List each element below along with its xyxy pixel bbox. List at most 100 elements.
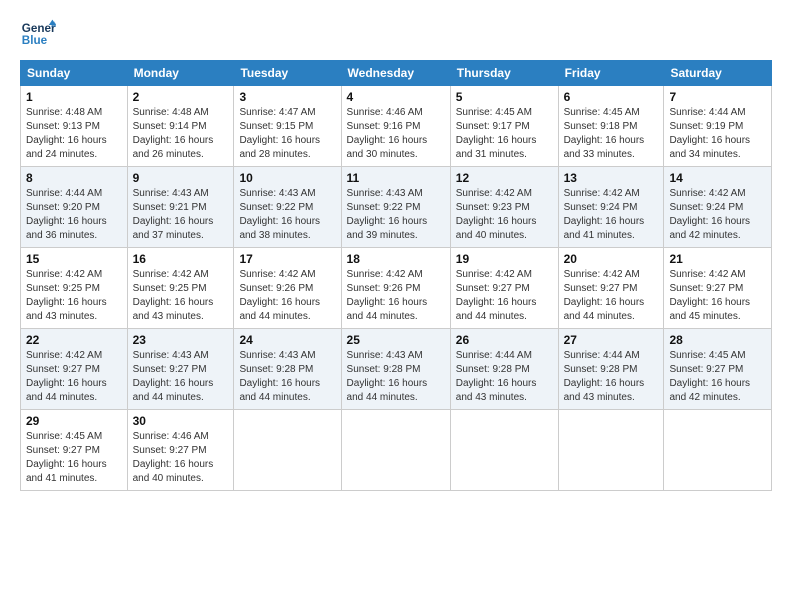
calendar-week-row: 29 Sunrise: 4:45 AMSunset: 9:27 PMDayligh… — [21, 410, 772, 491]
page: General Blue SundayMondayTuesdayWednesda… — [0, 0, 792, 612]
calendar-cell: 25Sunrise: 4:43 AMSunset: 9:28 PMDayligh… — [341, 329, 450, 410]
logo: General Blue — [20, 16, 56, 52]
calendar-header-friday: Friday — [558, 61, 664, 86]
day-number: 3 — [239, 90, 335, 104]
day-info: Sunrise: 4:44 AMSunset: 9:28 PMDaylight:… — [564, 349, 659, 405]
day-number: 17 — [239, 252, 335, 266]
day-number: 23 — [133, 333, 229, 347]
day-info: Sunrise: 4:45 AMSunset: 9:17 PMDaylight:… — [456, 106, 553, 162]
calendar-cell: 3 Sunrise: 4:47 AMSunset: 9:15 PMDaylight… — [234, 86, 341, 167]
day-info: Sunrise: 4:43 AMSunset: 9:27 PMDaylight:… — [133, 349, 229, 405]
day-info: Sunrise: 4:43 AMSunset: 9:22 PMDaylight:… — [239, 187, 335, 243]
day-info: Sunrise: 4:42 AMSunset: 9:27 PMDaylight:… — [26, 349, 122, 405]
calendar-cell: 15 Sunrise: 4:42 AMSunset: 9:25 PMDayligh… — [21, 248, 128, 329]
day-info: Sunrise: 4:42 AMSunset: 9:24 PMDaylight:… — [669, 187, 766, 243]
calendar-cell: 17Sunrise: 4:42 AMSunset: 9:26 PMDayligh… — [234, 248, 341, 329]
calendar-cell: 28 Sunrise: 4:45 AMSunset: 9:27 PMDayligh… — [664, 329, 772, 410]
day-number: 1 — [26, 90, 122, 104]
calendar-cell: 27 Sunrise: 4:44 AMSunset: 9:28 PMDayligh… — [558, 329, 664, 410]
calendar-cell: 19 Sunrise: 4:42 AMSunset: 9:27 PMDayligh… — [450, 248, 558, 329]
day-info: Sunrise: 4:42 AMSunset: 9:23 PMDaylight:… — [456, 187, 553, 243]
calendar-cell: 12 Sunrise: 4:42 AMSunset: 9:23 PMDayligh… — [450, 167, 558, 248]
logo-icon: General Blue — [20, 16, 56, 52]
day-info: Sunrise: 4:47 AMSunset: 9:15 PMDaylight:… — [239, 106, 335, 162]
calendar-cell — [558, 410, 664, 491]
calendar-header-row: SundayMondayTuesdayWednesdayThursdayFrid… — [21, 61, 772, 86]
day-number: 28 — [669, 333, 766, 347]
day-number: 25 — [347, 333, 445, 347]
calendar-header-thursday: Thursday — [450, 61, 558, 86]
day-info: Sunrise: 4:48 AMSunset: 9:13 PMDaylight:… — [26, 106, 122, 162]
day-number: 9 — [133, 171, 229, 185]
day-info: Sunrise: 4:45 AMSunset: 9:18 PMDaylight:… — [564, 106, 659, 162]
day-number: 13 — [564, 171, 659, 185]
day-number: 22 — [26, 333, 122, 347]
day-info: Sunrise: 4:42 AMSunset: 9:27 PMDaylight:… — [456, 268, 553, 324]
day-number: 30 — [133, 414, 229, 428]
day-number: 15 — [26, 252, 122, 266]
calendar-cell — [450, 410, 558, 491]
calendar-cell: 13 Sunrise: 4:42 AMSunset: 9:24 PMDayligh… — [558, 167, 664, 248]
day-number: 27 — [564, 333, 659, 347]
calendar-cell: 6 Sunrise: 4:45 AMSunset: 9:18 PMDaylight… — [558, 86, 664, 167]
day-number: 2 — [133, 90, 229, 104]
calendar-cell: 14 Sunrise: 4:42 AMSunset: 9:24 PMDayligh… — [664, 167, 772, 248]
day-number: 4 — [347, 90, 445, 104]
day-info: Sunrise: 4:43 AMSunset: 9:28 PMDaylight:… — [239, 349, 335, 405]
calendar-cell: 22 Sunrise: 4:42 AMSunset: 9:27 PMDayligh… — [21, 329, 128, 410]
calendar-cell: 30 Sunrise: 4:46 AMSunset: 9:27 PMDayligh… — [127, 410, 234, 491]
calendar-cell: 20 Sunrise: 4:42 AMSunset: 9:27 PMDayligh… — [558, 248, 664, 329]
calendar-week-row: 22 Sunrise: 4:42 AMSunset: 9:27 PMDayligh… — [21, 329, 772, 410]
day-number: 29 — [26, 414, 122, 428]
calendar-cell — [341, 410, 450, 491]
day-number: 10 — [239, 171, 335, 185]
calendar-header-wednesday: Wednesday — [341, 61, 450, 86]
calendar-cell: 26Sunrise: 4:44 AMSunset: 9:28 PMDayligh… — [450, 329, 558, 410]
calendar-header-saturday: Saturday — [664, 61, 772, 86]
day-info: Sunrise: 4:45 AMSunset: 9:27 PMDaylight:… — [669, 349, 766, 405]
day-info: Sunrise: 4:42 AMSunset: 9:25 PMDaylight:… — [133, 268, 229, 324]
calendar-header-monday: Monday — [127, 61, 234, 86]
day-number: 12 — [456, 171, 553, 185]
calendar-cell: 7 Sunrise: 4:44 AMSunset: 9:19 PMDaylight… — [664, 86, 772, 167]
day-info: Sunrise: 4:48 AMSunset: 9:14 PMDaylight:… — [133, 106, 229, 162]
calendar-cell — [664, 410, 772, 491]
day-number: 19 — [456, 252, 553, 266]
calendar-week-row: 1 Sunrise: 4:48 AMSunset: 9:13 PMDaylight… — [21, 86, 772, 167]
calendar-table: SundayMondayTuesdayWednesdayThursdayFrid… — [20, 60, 772, 491]
calendar-cell: 11Sunrise: 4:43 AMSunset: 9:22 PMDayligh… — [341, 167, 450, 248]
calendar-header-tuesday: Tuesday — [234, 61, 341, 86]
svg-text:Blue: Blue — [22, 34, 48, 47]
calendar-cell: 9Sunrise: 4:43 AMSunset: 9:21 PMDaylight… — [127, 167, 234, 248]
calendar-cell: 8Sunrise: 4:44 AMSunset: 9:20 PMDaylight… — [21, 167, 128, 248]
calendar-cell: 4 Sunrise: 4:46 AMSunset: 9:16 PMDaylight… — [341, 86, 450, 167]
day-number: 24 — [239, 333, 335, 347]
calendar-cell: 10 Sunrise: 4:43 AMSunset: 9:22 PMDayligh… — [234, 167, 341, 248]
day-info: Sunrise: 4:46 AMSunset: 9:27 PMDaylight:… — [133, 430, 229, 486]
day-number: 5 — [456, 90, 553, 104]
day-number: 20 — [564, 252, 659, 266]
calendar-cell: 24 Sunrise: 4:43 AMSunset: 9:28 PMDayligh… — [234, 329, 341, 410]
day-info: Sunrise: 4:42 AMSunset: 9:25 PMDaylight:… — [26, 268, 122, 324]
day-info: Sunrise: 4:42 AMSunset: 9:27 PMDaylight:… — [669, 268, 766, 324]
calendar-header-sunday: Sunday — [21, 61, 128, 86]
calendar-cell: 21Sunrise: 4:42 AMSunset: 9:27 PMDayligh… — [664, 248, 772, 329]
day-info: Sunrise: 4:46 AMSunset: 9:16 PMDaylight:… — [347, 106, 445, 162]
day-info: Sunrise: 4:45 AMSunset: 9:27 PMDaylight:… — [26, 430, 122, 486]
calendar-week-row: 15 Sunrise: 4:42 AMSunset: 9:25 PMDayligh… — [21, 248, 772, 329]
calendar-cell: 1 Sunrise: 4:48 AMSunset: 9:13 PMDaylight… — [21, 86, 128, 167]
day-info: Sunrise: 4:43 AMSunset: 9:22 PMDaylight:… — [347, 187, 445, 243]
day-number: 16 — [133, 252, 229, 266]
calendar-cell: 2 Sunrise: 4:48 AMSunset: 9:14 PMDaylight… — [127, 86, 234, 167]
day-number: 7 — [669, 90, 766, 104]
calendar-cell: 23 Sunrise: 4:43 AMSunset: 9:27 PMDayligh… — [127, 329, 234, 410]
day-info: Sunrise: 4:42 AMSunset: 9:24 PMDaylight:… — [564, 187, 659, 243]
day-number: 14 — [669, 171, 766, 185]
calendar-cell: 18Sunrise: 4:42 AMSunset: 9:26 PMDayligh… — [341, 248, 450, 329]
calendar-cell: 16 Sunrise: 4:42 AMSunset: 9:25 PMDayligh… — [127, 248, 234, 329]
day-info: Sunrise: 4:42 AMSunset: 9:27 PMDaylight:… — [564, 268, 659, 324]
day-info: Sunrise: 4:44 AMSunset: 9:19 PMDaylight:… — [669, 106, 766, 162]
day-number: 6 — [564, 90, 659, 104]
header: General Blue — [20, 16, 772, 52]
day-info: Sunrise: 4:44 AMSunset: 9:20 PMDaylight:… — [26, 187, 122, 243]
